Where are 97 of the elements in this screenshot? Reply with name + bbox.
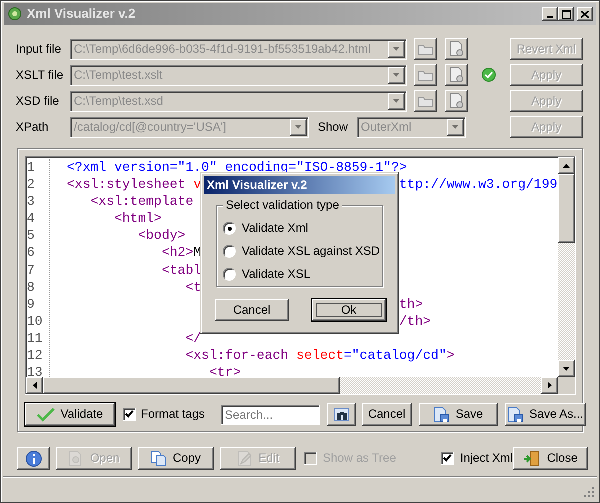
code-token: ="catalog/cd" bbox=[344, 348, 447, 364]
folder-icon bbox=[418, 94, 434, 108]
edit-icon bbox=[236, 450, 253, 466]
cancel-button[interactable]: Cancel bbox=[215, 299, 289, 321]
field-label: XSD file bbox=[16, 94, 60, 108]
ok-button[interactable]: Ok bbox=[312, 299, 386, 321]
line-number: 12 bbox=[27, 347, 44, 364]
line-number: 13 bbox=[27, 364, 44, 377]
dropdown-arrow-icon bbox=[295, 125, 302, 129]
dropdown-arrow-icon bbox=[452, 125, 459, 129]
cancel-button[interactable]: Cancel bbox=[362, 403, 412, 426]
code-token: th> bbox=[399, 296, 424, 312]
code-token: <tabl bbox=[160, 262, 202, 278]
validate-button[interactable]: Validate bbox=[25, 403, 115, 426]
scroll-thumb[interactable] bbox=[43, 377, 340, 394]
dropdown-arrow-icon bbox=[393, 73, 400, 77]
save-button[interactable]: Save bbox=[419, 403, 498, 426]
radio-option[interactable]: Validate XSL bbox=[223, 263, 382, 286]
code-token: <html> bbox=[113, 211, 162, 226]
new-file-icon bbox=[450, 41, 464, 57]
save-icon bbox=[434, 406, 450, 422]
code-token: select bbox=[296, 348, 344, 364]
vertical-scrollbar[interactable] bbox=[558, 157, 575, 377]
resize-grip-icon bbox=[584, 487, 595, 498]
code-token: <xsl:template bbox=[90, 194, 195, 210]
left-arrow-icon bbox=[32, 382, 36, 389]
radio-option[interactable]: Validate Xml bbox=[223, 217, 382, 240]
horizontal-scrollbar[interactable] bbox=[26, 377, 558, 394]
line-number: 8 bbox=[27, 278, 36, 296]
code-token: <body> bbox=[137, 228, 186, 244]
scroll-up-button[interactable] bbox=[558, 157, 575, 174]
checkbox[interactable]: Inject Xml bbox=[441, 451, 514, 466]
right-arrow-icon bbox=[548, 382, 552, 389]
new-file-icon bbox=[450, 67, 464, 83]
tick-icon bbox=[125, 410, 134, 418]
code-token: <xsl:for-each bbox=[184, 348, 290, 364]
scrollbar-corner bbox=[558, 377, 575, 394]
close-icon bbox=[581, 10, 589, 18]
save-button[interactable]: Save As... bbox=[505, 403, 586, 426]
copy-icon bbox=[150, 450, 167, 466]
new-file-icon bbox=[450, 93, 464, 109]
line-number: 10 bbox=[27, 312, 44, 330]
line-number: 2 bbox=[27, 176, 36, 194]
line-number: 9 bbox=[27, 296, 36, 313]
dropdown-arrow-icon bbox=[393, 99, 400, 103]
down-arrow-icon bbox=[563, 366, 570, 370]
line-number: 4 bbox=[27, 210, 36, 228]
radio-option[interactable]: Validate XSL against XSD bbox=[223, 240, 382, 263]
line-number: 3 bbox=[27, 193, 36, 210]
minimize-button[interactable] bbox=[542, 7, 558, 21]
field-label: Input file bbox=[16, 42, 62, 56]
code-token: <?xml version="1.0" encoding="ISO-8859-1"?> bbox=[67, 160, 408, 175]
checkmark-icon bbox=[36, 408, 55, 422]
field-label: XSLT file bbox=[16, 68, 65, 82]
close-button[interactable]: Close bbox=[513, 447, 588, 470]
document-icon bbox=[68, 450, 84, 466]
line-number: 7 bbox=[27, 262, 36, 279]
dropdown-arrow-icon bbox=[393, 47, 400, 51]
code-token: <h2> bbox=[160, 245, 194, 260]
code-token: > bbox=[446, 348, 455, 364]
maximize-icon bbox=[562, 10, 570, 18]
app-icon bbox=[7, 6, 23, 22]
new-file-button[interactable] bbox=[445, 64, 468, 86]
code-token: ttp://www.w3.org/199 bbox=[399, 177, 558, 192]
info-button[interactable] bbox=[17, 447, 50, 470]
scroll-right-button[interactable] bbox=[541, 377, 558, 394]
folder-icon bbox=[418, 42, 434, 56]
group-label: Select validation type bbox=[223, 198, 342, 212]
line-number: 11 bbox=[27, 330, 44, 348]
door-icon bbox=[523, 450, 542, 466]
scroll-down-button[interactable] bbox=[558, 360, 575, 377]
window-title: Xml Visualizer v.2 bbox=[27, 6, 136, 22]
copy-button[interactable]: Copy bbox=[138, 447, 214, 470]
field-label: Show bbox=[318, 120, 348, 134]
line-number: 1 bbox=[27, 159, 36, 176]
save-icon bbox=[508, 406, 524, 422]
scroll-left-button[interactable] bbox=[26, 377, 43, 394]
format-tags-checkbox[interactable]: Format tags bbox=[123, 407, 206, 422]
maximize-button[interactable] bbox=[558, 7, 574, 21]
code-token: <tr> bbox=[208, 365, 242, 377]
find-button[interactable] bbox=[327, 403, 356, 426]
code-token: <t bbox=[184, 280, 202, 295]
line-number: 6 bbox=[27, 244, 36, 262]
code-token: /th> bbox=[399, 314, 432, 329]
search-field[interactable]: Search... bbox=[221, 404, 320, 424]
close-button[interactable] bbox=[577, 7, 593, 21]
folder-icon bbox=[418, 68, 434, 82]
code-token: <xsl:stylesheet bbox=[67, 177, 186, 192]
scroll-thumb[interactable] bbox=[558, 174, 575, 243]
tick-icon bbox=[443, 454, 452, 462]
dialog-title: Xml Visualizer v.2 bbox=[204, 176, 395, 194]
up-arrow-icon bbox=[563, 164, 570, 168]
browse-button[interactable] bbox=[414, 64, 437, 86]
line-number: 5 bbox=[27, 227, 36, 244]
field-label: XPath bbox=[16, 120, 50, 134]
info-icon bbox=[26, 450, 42, 466]
code-token: </ bbox=[184, 330, 202, 346]
